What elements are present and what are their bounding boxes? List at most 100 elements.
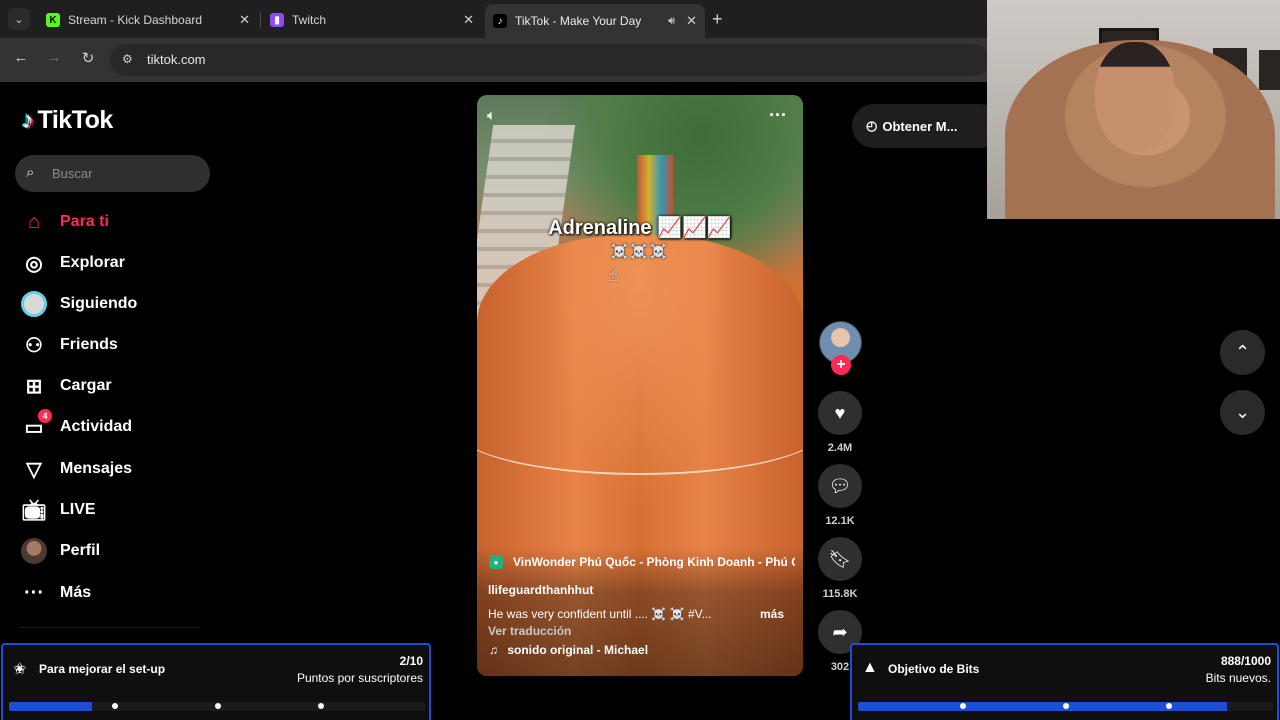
nav-explorar[interactable]: ◎ Explorar: [20, 249, 125, 277]
subscriber-goal-widget: ✬ Para mejorar el set-up 2/10 Puntos por…: [1, 643, 431, 720]
new-tab-button[interactable]: +: [712, 9, 723, 30]
sound-link[interactable]: ♫ sonido original - Michael: [489, 643, 648, 657]
tiktok-logo[interactable]: ♪ TikTok: [22, 106, 113, 135]
comment-count: 12.1K: [825, 515, 855, 527]
more-options-icon[interactable]: ···: [769, 105, 787, 126]
save-count: 115.8K: [822, 588, 858, 600]
home-icon: ⌂: [27, 210, 41, 233]
save-button[interactable]: 🔖︎: [818, 537, 862, 581]
like-count: 2.4M: [827, 442, 853, 454]
tab-title: Stream - Kick Dashboard: [68, 13, 203, 27]
site-settings-icon[interactable]: ⚙: [122, 52, 133, 66]
wall-picture: [1259, 50, 1280, 90]
goal-total: /1000: [1240, 654, 1271, 668]
app-icon: ◴: [866, 118, 878, 133]
nav-label: Explorar: [60, 254, 125, 271]
nav-live[interactable]: 📺︎ LIVE: [20, 496, 96, 524]
nav-para-ti[interactable]: ⌂ Para ti: [20, 208, 109, 236]
nav-friends[interactable]: ⚇ Friends: [20, 331, 118, 359]
location-text: VinWonder Phú Quốc - Phòng Kinh Doanh - …: [513, 555, 795, 569]
sound-name: sonido original - Michael: [507, 643, 649, 657]
close-icon[interactable]: ✕: [463, 12, 474, 28]
mouse-cursor-icon: ☝︎: [608, 265, 619, 285]
share-icon: ➦: [832, 621, 848, 642]
goal-progress-fill: [9, 702, 93, 711]
kick-icon: K: [46, 13, 60, 27]
twitch-icon: ▮: [270, 13, 284, 27]
get-app-button[interactable]: ◴ Obtener M...: [852, 104, 1002, 148]
nav-label: LIVE: [60, 501, 96, 518]
goal-current: 888: [1220, 654, 1241, 668]
video-author[interactable]: llifeguardthanhhut: [488, 583, 593, 597]
close-icon[interactable]: ✕: [239, 12, 250, 28]
goal-count: 888/1000: [1221, 654, 1271, 668]
milestone-dot: [318, 703, 324, 709]
milestone-dot: [112, 703, 118, 709]
search-input[interactable]: ⌕ Buscar: [15, 155, 210, 192]
tab-search-button[interactable]: ⌄: [8, 8, 30, 30]
milestone-dot: [1063, 703, 1069, 709]
comment-button[interactable]: 💬︎: [818, 464, 862, 508]
next-video-button[interactable]: ⌄: [1220, 390, 1265, 435]
sidebar-divider: [20, 627, 200, 628]
nav-label: Perfil: [60, 542, 101, 559]
tab-kick[interactable]: K Stream - Kick Dashboard ✕: [38, 6, 258, 34]
forward-icon[interactable]: →: [43, 49, 65, 66]
speaker-icon[interactable]: 🔊︎: [668, 15, 675, 28]
goal-subtitle: Bits nuevos.: [1205, 671, 1271, 685]
goal-count: 2/10: [400, 654, 423, 668]
tiktok-note-icon: ♪: [22, 106, 34, 134]
nav-cargar[interactable]: ⊞ Cargar: [20, 372, 112, 400]
activity-icon: ▭ 4: [20, 409, 52, 441]
milestone-dot: [1166, 703, 1172, 709]
bookmark-icon: 🔖︎: [828, 548, 852, 569]
reload-icon[interactable]: ↻: [77, 49, 99, 67]
video-overlay-emojis: ☠️☠️☠️: [610, 243, 670, 259]
live-icon: 📺︎: [21, 499, 47, 522]
goal-subtitle: Puntos por suscriptores: [296, 671, 423, 685]
brand-name: TikTok: [37, 106, 114, 134]
nav-label: Para ti: [60, 213, 109, 230]
video-overlay-title: Adrenaline 📈📈📈: [548, 217, 732, 239]
nav-label: Cargar: [60, 377, 112, 394]
url-field[interactable]: ⚙ tiktok.com: [110, 44, 990, 76]
close-icon[interactable]: ✕: [686, 13, 697, 29]
back-icon[interactable]: ←: [10, 49, 32, 66]
more-link[interactable]: más: [760, 607, 784, 621]
follow-plus-button[interactable]: +: [831, 355, 851, 375]
nav-label: Mensajes: [60, 460, 133, 477]
tab-tiktok[interactable]: ♪ TikTok - Make Your Day 🔊︎ ✕: [485, 4, 705, 38]
nav-perfil[interactable]: Perfil: [20, 537, 100, 565]
nav-siguiendo[interactable]: Siguiendo: [20, 290, 137, 318]
friends-icon: ⚇: [25, 334, 43, 357]
following-icon: [20, 290, 48, 318]
tab-twitch[interactable]: ▮ Twitch ✕: [262, 6, 482, 34]
tab-divider: [260, 12, 261, 28]
video-player[interactable]: Adrenaline 📈📈📈 ☠️☠️☠️ 🔈︎ ··· ☝︎ ● VinWon…: [477, 95, 803, 676]
nav-mensajes[interactable]: ▽ Mensajes: [20, 455, 132, 483]
messages-icon: ▽: [26, 458, 42, 481]
milestone-dot: [215, 703, 221, 709]
video-caption: He was very confident until .... ☠️ ☠️ #…: [488, 607, 794, 621]
nav-mas[interactable]: ··· Más: [20, 579, 91, 607]
url-text: tiktok.com: [147, 52, 206, 67]
previous-video-button[interactable]: ⌃: [1220, 330, 1265, 375]
streamer-head: [1095, 42, 1175, 152]
comment-icon: 💬︎: [828, 475, 852, 496]
heart-icon: ♥: [834, 402, 846, 423]
volume-icon[interactable]: 🔈︎: [487, 107, 496, 124]
like-button[interactable]: ♥: [818, 391, 862, 435]
more-icon: ···: [24, 581, 44, 604]
chevron-up-icon: ⌃: [1234, 342, 1251, 362]
search-placeholder: Buscar: [52, 166, 93, 181]
nav-label: Friends: [60, 336, 118, 353]
location-tag[interactable]: ● VinWonder Phú Quốc - Phòng Kinh Doanh …: [489, 555, 795, 569]
nav-label: Actividad: [60, 418, 133, 435]
location-pin-icon: ●: [489, 555, 503, 569]
caption-text: He was very confident until .... ☠️ ☠️ #…: [488, 607, 712, 621]
nav-actividad[interactable]: ▭ 4 Actividad: [20, 409, 133, 441]
tiktok-icon: ♪: [493, 14, 507, 28]
star-icon: ✬: [13, 661, 27, 678]
translate-link[interactable]: Ver traducción: [488, 624, 571, 638]
goal-title: Para mejorar el set-up: [39, 662, 166, 676]
